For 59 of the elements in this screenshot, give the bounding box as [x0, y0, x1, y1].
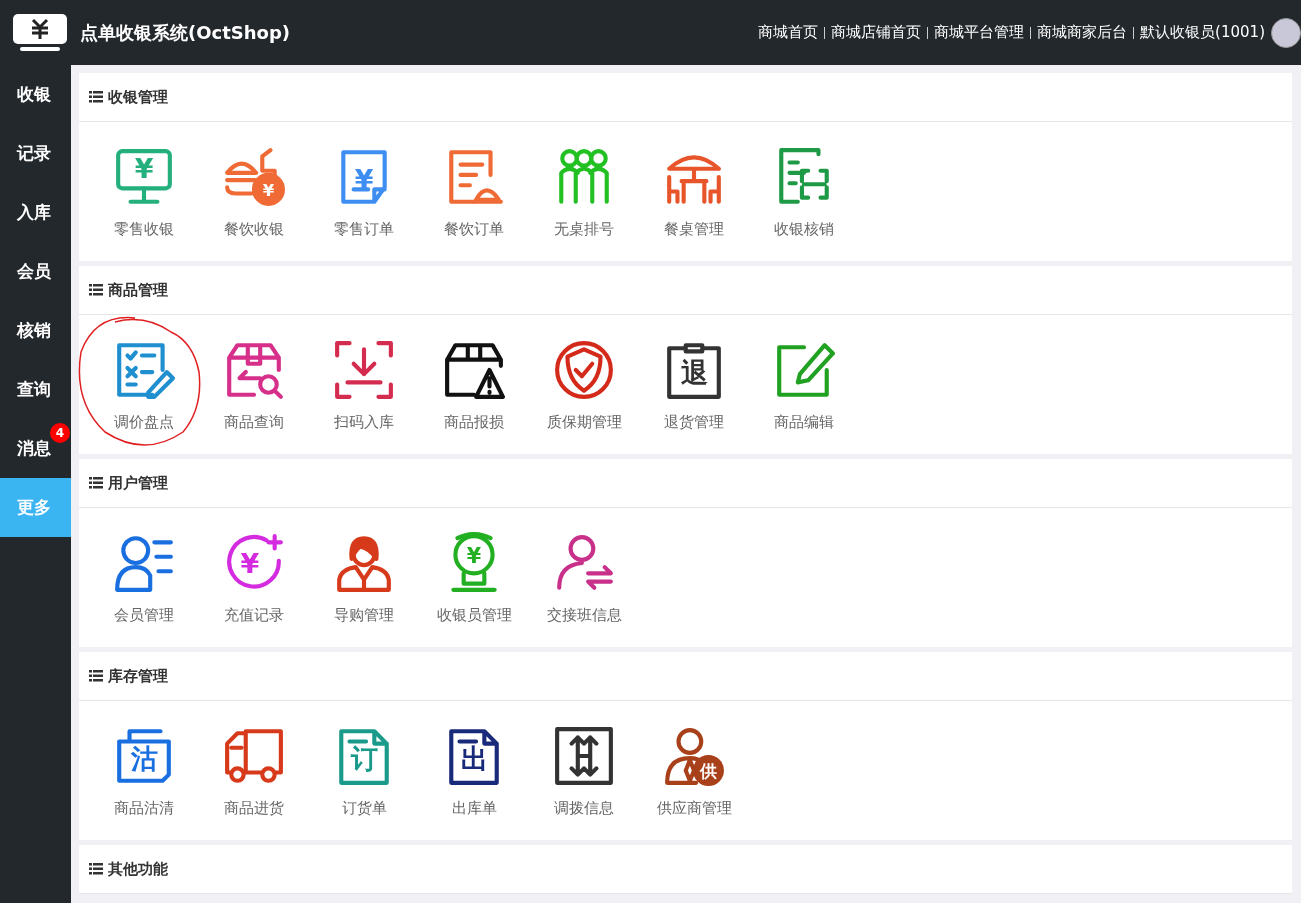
section-title: 商品管理 — [108, 280, 168, 300]
icon-glyph: 沽 — [130, 743, 158, 775]
header-link[interactable]: 商城店铺首页 — [831, 23, 922, 42]
function-tile[interactable]: 出 出库单 — [419, 725, 529, 818]
app-title: 点单收银系统(OctShop) — [80, 20, 291, 45]
function-tile[interactable]: 餐饮订单 — [419, 146, 529, 239]
notification-badge: 4 — [50, 423, 70, 443]
function-tile[interactable]: ¥ 餐饮收银 — [199, 146, 309, 239]
function-tile[interactable]: 退 退货管理 — [639, 339, 749, 432]
function-tile[interactable]: 沽 商品沽清 — [89, 725, 199, 818]
function-tile[interactable]: 会员管理 — [89, 532, 199, 625]
function-tile[interactable]: 导购管理 — [309, 532, 419, 625]
function-tile[interactable]: 商品进货 — [199, 725, 309, 818]
function-tile[interactable]: 交接班信息 — [529, 532, 639, 625]
sidebar-item[interactable]: 入库 — [0, 183, 71, 242]
function-tile[interactable]: 无桌排号 — [529, 146, 639, 239]
function-tile[interactable]: 调拨信息 — [529, 725, 639, 818]
icon-glyph: 订 — [350, 743, 378, 775]
sidebar-item[interactable]: 收银 — [0, 65, 71, 124]
avatar[interactable] — [1271, 17, 1301, 48]
list-icon — [89, 477, 103, 489]
function-tile[interactable]: 商品报损 — [419, 339, 529, 432]
function-tile[interactable]: ¥ 收银员管理 — [419, 532, 529, 625]
header-link[interactable]: 商城平台管理 — [934, 23, 1025, 42]
function-tile[interactable]: 订 订货单 — [309, 725, 419, 818]
section-title: 收银管理 — [108, 87, 168, 107]
icon-glyph: 供 — [699, 761, 717, 781]
sidebar-item[interactable]: 记录 — [0, 124, 71, 183]
header-link[interactable]: 默认收银员(1001) — [1140, 23, 1265, 42]
icon-glyph: ¥ — [240, 548, 260, 580]
function-tile[interactable]: ¥ 充值记录 — [199, 532, 309, 625]
list-icon — [89, 91, 103, 103]
sidebar-item[interactable]: 核销 — [0, 301, 71, 360]
function-tile[interactable]: 餐桌管理 — [639, 146, 749, 239]
function-tile[interactable]: 商品查询 — [199, 339, 309, 432]
sidebar-item[interactable]: 消息 4 — [0, 419, 71, 478]
icon-glyph: ¥ — [134, 153, 154, 185]
function-tile[interactable]: ¥ 零售收银 — [89, 146, 199, 239]
function-tile[interactable]: 扫码入库 — [309, 339, 419, 432]
function-tile[interactable]: 质保期管理 — [529, 339, 639, 432]
list-icon — [89, 863, 103, 875]
list-icon — [89, 284, 103, 296]
logo-icon — [12, 12, 68, 53]
sidebar-item[interactable]: 会员 — [0, 242, 71, 301]
header-link[interactable]: 商城首页 — [758, 23, 819, 42]
header-link[interactable]: 商城商家后台 — [1037, 23, 1128, 42]
icon-glyph: ¥ — [466, 544, 482, 568]
section-title: 其他功能 — [108, 859, 168, 879]
list-icon — [89, 670, 103, 682]
sidebar-item[interactable]: 查询 — [0, 360, 71, 419]
icon-glyph: 出 — [460, 743, 488, 775]
section-title: 用户管理 — [108, 473, 168, 493]
icon-glyph: 退 — [680, 357, 708, 389]
function-tile[interactable]: 商品编辑 — [749, 339, 859, 432]
function-tile[interactable]: 供 供应商管理 — [639, 725, 749, 818]
section-title: 库存管理 — [108, 666, 168, 686]
function-tile[interactable]: 调价盘点 — [89, 339, 199, 432]
icon-glyph: ¥ — [262, 180, 275, 200]
function-tile[interactable]: 收银核销 — [749, 146, 859, 239]
